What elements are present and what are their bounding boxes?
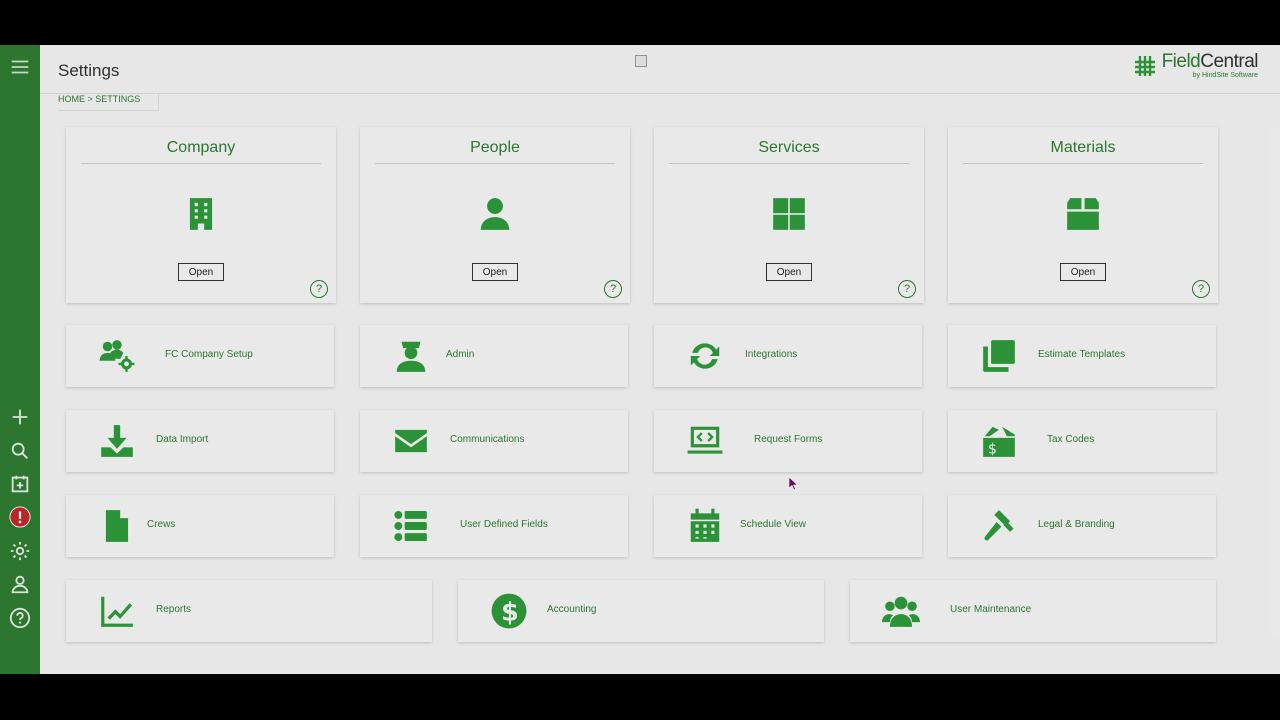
tile-label: Admin bbox=[446, 349, 475, 360]
alert-icon[interactable] bbox=[6, 503, 34, 531]
tile-label: User Maintenance bbox=[950, 604, 1032, 615]
tile-reports[interactable]: Reports bbox=[66, 580, 432, 642]
help-icon[interactable]: ? bbox=[310, 280, 328, 298]
card-people: People Open ? bbox=[360, 127, 630, 303]
tile-label: Accounting bbox=[547, 604, 597, 615]
sync-icon bbox=[684, 335, 726, 377]
list-icon bbox=[390, 505, 432, 547]
tile-label: Legal & Branding bbox=[1038, 519, 1115, 530]
tile-communications[interactable]: Communications bbox=[360, 410, 628, 472]
copy-icon bbox=[978, 335, 1020, 377]
card-title: Services bbox=[669, 139, 909, 164]
tile-label: Crews bbox=[147, 519, 176, 530]
building-icon bbox=[66, 195, 336, 233]
tile-accounting[interactable]: $ Accounting bbox=[458, 580, 824, 642]
user-icon[interactable] bbox=[6, 570, 34, 598]
grid-icon bbox=[654, 195, 924, 233]
tile-schedule-view[interactable]: Schedule View bbox=[654, 495, 922, 557]
logo-subtitle: by HindSite Software bbox=[1192, 72, 1258, 79]
logo-mark-icon bbox=[1134, 55, 1155, 76]
tile-estimate-templates[interactable]: Estimate Templates bbox=[948, 325, 1216, 387]
calendar-plus-icon[interactable] bbox=[6, 470, 34, 498]
tile-label: Estimate Templates bbox=[1038, 349, 1126, 360]
tile-admin[interactable]: Admin bbox=[360, 325, 628, 387]
sidebar bbox=[0, 45, 40, 674]
main-content: Settings FieldCentral by HindSite Softwa… bbox=[40, 45, 1280, 674]
page-header: Settings FieldCentral by HindSite Softwa… bbox=[40, 45, 1280, 94]
gear-icon[interactable] bbox=[6, 537, 34, 565]
broken-image bbox=[635, 55, 647, 67]
tile-request-forms[interactable]: Request Forms bbox=[654, 410, 922, 472]
file-icon bbox=[96, 505, 138, 547]
users-icon bbox=[880, 590, 922, 632]
laptop-code-icon bbox=[684, 420, 726, 462]
tile-user-defined-fields[interactable]: User Defined Fields bbox=[360, 495, 628, 557]
card-materials: Materials Open ? bbox=[948, 127, 1218, 303]
admin-icon bbox=[390, 335, 432, 377]
help-icon[interactable] bbox=[6, 604, 34, 632]
help-icon[interactable]: ? bbox=[1192, 280, 1210, 298]
tax-icon: $ bbox=[978, 420, 1020, 462]
download-icon bbox=[96, 420, 138, 462]
tile-user-maintenance[interactable]: User Maintenance bbox=[850, 580, 1216, 642]
help-icon[interactable]: ? bbox=[898, 280, 916, 298]
app-window: Settings FieldCentral by HindSite Softwa… bbox=[0, 45, 1280, 674]
box-icon bbox=[948, 195, 1218, 233]
page-title: Settings bbox=[58, 61, 120, 80]
search-icon[interactable] bbox=[6, 437, 34, 465]
logo: FieldCentral by HindSite Software bbox=[1132, 52, 1258, 79]
tile-data-import[interactable]: Data Import bbox=[66, 410, 334, 472]
card-company: Company Open ? bbox=[66, 127, 336, 303]
open-company-button[interactable]: Open bbox=[178, 263, 224, 281]
tile-label: FC Company Setup bbox=[165, 349, 253, 360]
envelope-icon bbox=[390, 420, 432, 462]
tile-label: Reports bbox=[156, 604, 192, 615]
open-materials-button[interactable]: Open bbox=[1060, 263, 1106, 281]
mouse-cursor-icon bbox=[789, 477, 799, 491]
chart-icon bbox=[96, 590, 138, 632]
plus-icon[interactable] bbox=[6, 403, 34, 431]
tile-label: Request Forms bbox=[754, 434, 823, 445]
svg-text:$: $ bbox=[501, 597, 519, 627]
tile-label: User Defined Fields bbox=[460, 519, 548, 530]
users-gear-icon bbox=[96, 335, 138, 377]
tile-label: Schedule View bbox=[740, 519, 806, 530]
dollar-icon: $ bbox=[488, 590, 530, 632]
tile-crews[interactable]: Crews bbox=[66, 495, 334, 557]
tile-tax-codes[interactable]: $ Tax Codes bbox=[948, 410, 1216, 472]
tile-label: Integrations bbox=[745, 349, 798, 360]
card-title: Materials bbox=[963, 139, 1203, 164]
tile-label: Tax Codes bbox=[1047, 434, 1095, 445]
svg-text:$: $ bbox=[988, 442, 997, 458]
calendar-icon bbox=[684, 505, 726, 547]
open-people-button[interactable]: Open bbox=[472, 263, 518, 281]
gavel-icon bbox=[978, 505, 1020, 547]
logo-name: FieldCentral bbox=[1161, 51, 1259, 72]
help-icon[interactable]: ? bbox=[604, 280, 622, 298]
card-title: People bbox=[375, 139, 615, 164]
menu-icon[interactable] bbox=[6, 53, 34, 81]
tile-legal-branding[interactable]: Legal & Branding bbox=[948, 495, 1216, 557]
open-services-button[interactable]: Open bbox=[766, 263, 812, 281]
tile-label: Data Import bbox=[156, 434, 209, 445]
card-services: Services Open ? bbox=[654, 127, 924, 303]
person-icon bbox=[360, 195, 630, 233]
breadcrumb[interactable]: HOME > SETTINGS bbox=[58, 94, 160, 111]
tile-label: Communications bbox=[450, 434, 525, 445]
card-title: Company bbox=[81, 139, 321, 164]
tile-fc-company-setup[interactable]: FC Company Setup bbox=[66, 325, 334, 387]
tile-integrations[interactable]: Integrations bbox=[654, 325, 922, 387]
